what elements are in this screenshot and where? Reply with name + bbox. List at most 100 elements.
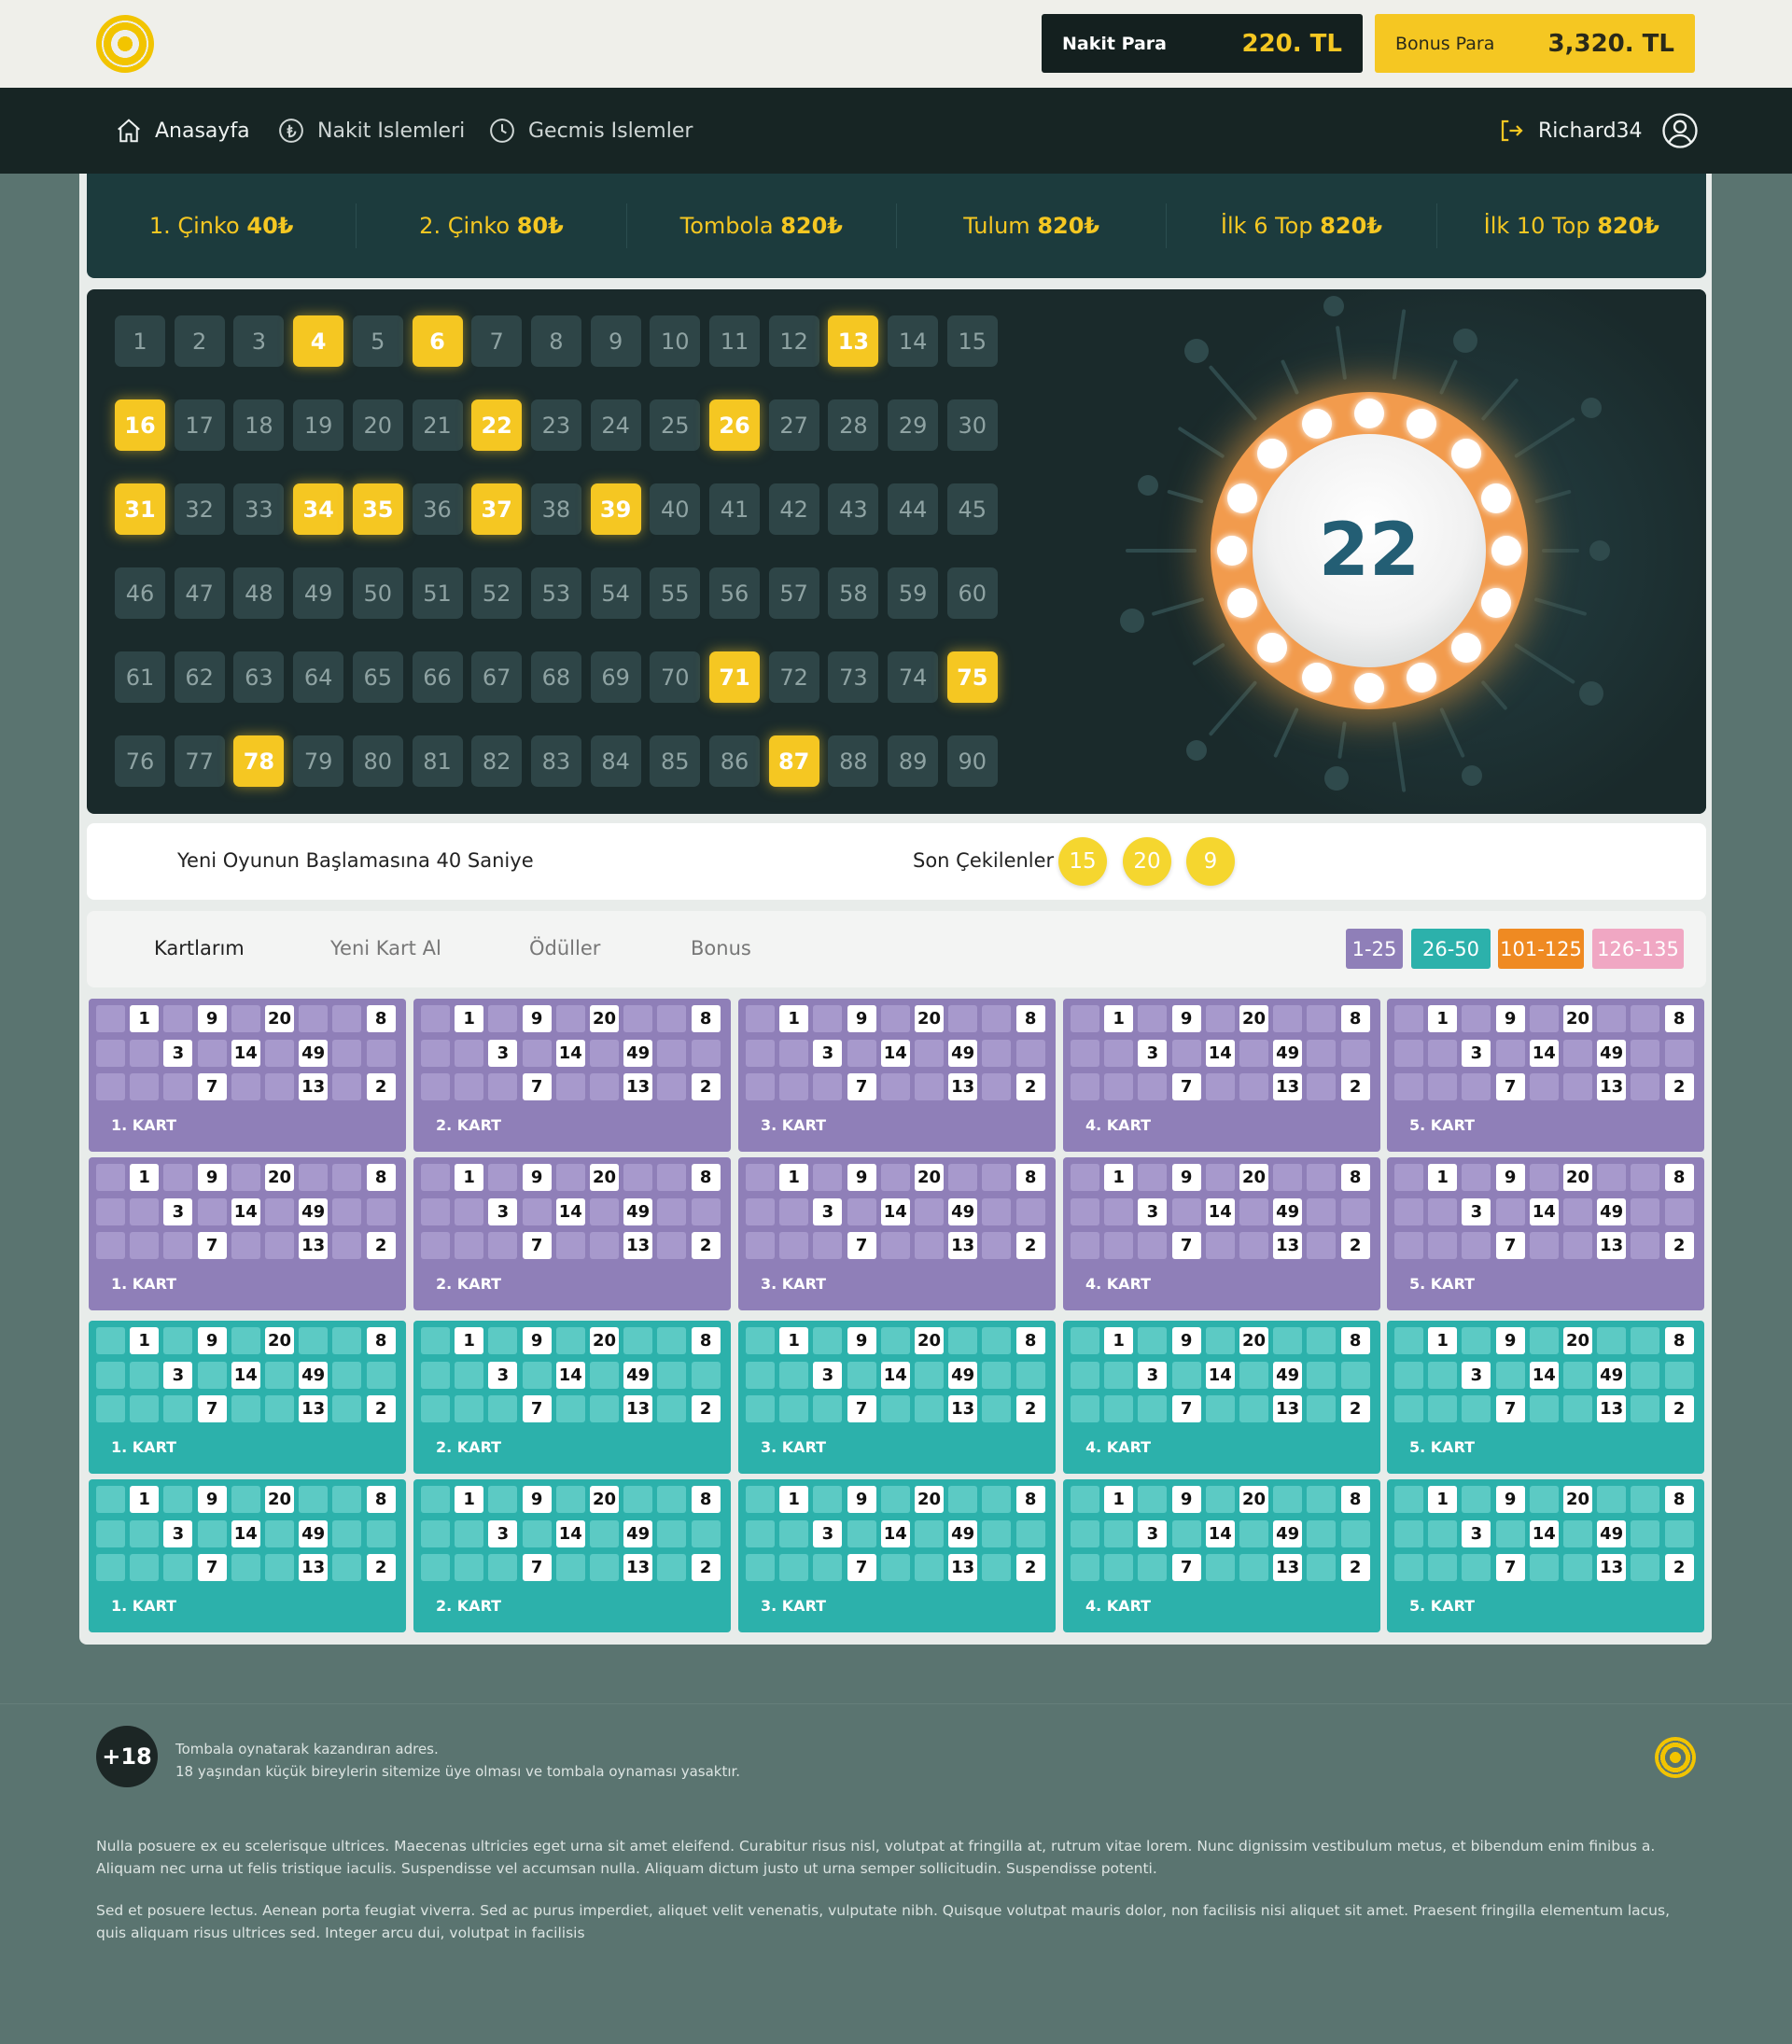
footer-logo[interactable]: [1655, 1737, 1696, 1778]
card-cell-number: 1: [455, 1327, 484, 1354]
bingo-card[interactable]: 1 9 20 8 3 14 49 7 13 2 2. KART: [413, 999, 731, 1152]
card-cell-number: 49: [299, 1039, 329, 1067]
card-label: 5. KART: [1409, 1438, 1476, 1456]
ring-bulb: [1227, 483, 1258, 513]
card-cell-number: 20: [265, 1005, 294, 1032]
card-cell-empty: [1239, 1073, 1268, 1100]
bingo-card[interactable]: 1 9 20 8 3 14 49 7 13 2 2. KART: [413, 1321, 731, 1474]
card-cell-number: 49: [1597, 1361, 1627, 1389]
logout-icon[interactable]: [1497, 116, 1527, 146]
card-cell-empty: [1462, 1232, 1491, 1259]
card-cell-empty: [299, 1486, 329, 1513]
card-cell-empty: [1307, 1039, 1337, 1067]
card-cell-empty: [265, 1519, 294, 1547]
card-cell-empty: [96, 1554, 125, 1581]
card-cell-empty: [522, 1361, 552, 1389]
age-notice-line1: Tombala oynatarak kazandıran adres.: [175, 1741, 439, 1757]
card-cell-empty: [1664, 1039, 1694, 1067]
card-cell-empty: [555, 1164, 585, 1191]
card-cell-empty: [1428, 1039, 1458, 1067]
board-number: 21: [412, 399, 463, 451]
card-cell-number: 7: [1495, 1554, 1525, 1581]
tab-my-cards[interactable]: Kartlarım: [154, 937, 245, 959]
card-cell-empty: [1428, 1197, 1458, 1225]
cash-balance[interactable]: Nakit Para 220. TL: [1042, 14, 1363, 73]
card-cell-empty: [96, 1327, 125, 1354]
card-cell-empty: [1428, 1554, 1458, 1581]
card-cell-number: 1: [130, 1005, 160, 1032]
board-number: 9: [590, 315, 641, 367]
bingo-card[interactable]: 1 9 20 8 3 14 49 7 13 2 1. KART: [89, 999, 406, 1152]
nav-cash-ops[interactable]: Nakit Islemleri: [276, 114, 465, 147]
prize-strip: 1. Çinko 40₺ 2. Çinko 80₺ Tombola 820₺ T…: [87, 174, 1706, 278]
card-label: 1. KART: [111, 1116, 177, 1134]
card-cell-empty: [1631, 1232, 1660, 1259]
card-cell-empty: [1631, 1327, 1660, 1354]
card-cell-empty: [1394, 1395, 1423, 1422]
card-cell-empty: [488, 1073, 518, 1100]
tab-bonus[interactable]: Bonus: [691, 937, 751, 959]
card-cell-empty: [657, 1554, 687, 1581]
bingo-card[interactable]: 1 9 20 8 3 14 49 7 13 2 3. KART: [738, 1479, 1056, 1632]
bonus-balance[interactable]: Bonus Para 3,320. TL: [1375, 14, 1695, 73]
card-cell-empty: [982, 1327, 1012, 1354]
range-filter-101-125[interactable]: 101-125: [1498, 929, 1584, 969]
card-cell-empty: [96, 1197, 125, 1225]
nav-history[interactable]: Gecmis Islemler: [487, 114, 693, 147]
board-number: 57: [768, 567, 819, 619]
card-cell-number: 2: [366, 1554, 396, 1581]
card-cell-empty: [366, 1361, 396, 1389]
range-filter-26-50[interactable]: 26-50: [1411, 929, 1491, 969]
card-cell-number: 13: [1273, 1073, 1303, 1100]
card-cell-empty: [1138, 1073, 1168, 1100]
bingo-card[interactable]: 1 9 20 8 3 14 49 7 13 2 2. KART: [413, 1479, 731, 1632]
card-cell-number: 1: [1104, 1327, 1134, 1354]
card-cell-number: 49: [948, 1039, 978, 1067]
card-cell-empty: [455, 1073, 484, 1100]
logo[interactable]: [96, 15, 154, 73]
tab-buy-card[interactable]: Yeni Kart Al: [330, 937, 441, 959]
card-cell-empty: [1394, 1554, 1423, 1581]
card-cell-empty: [915, 1395, 944, 1422]
user-avatar-icon[interactable]: [1661, 112, 1699, 149]
card-cell-number: 9: [1495, 1164, 1525, 1191]
bingo-card[interactable]: 1 9 20 8 3 14 49 7 13 2 4. KART: [1063, 1157, 1380, 1310]
card-cell-number: 3: [813, 1361, 843, 1389]
card-cell-empty: [1563, 1554, 1592, 1581]
ring-bulb: [1407, 662, 1437, 693]
bingo-card[interactable]: 1 9 20 8 3 14 49 7 13 2 1. KART: [89, 1479, 406, 1632]
bingo-card[interactable]: 1 9 20 8 3 14 49 7 13 2 5. KART: [1387, 1321, 1704, 1474]
range-filter-126-135[interactable]: 126-135: [1592, 929, 1684, 969]
range-filter-1-25[interactable]: 1-25: [1346, 929, 1403, 969]
card-cell-empty: [1597, 1164, 1627, 1191]
card-cell-empty: [746, 1327, 775, 1354]
ring-bulb: [1407, 409, 1437, 440]
bingo-card[interactable]: 1 9 20 8 3 14 49 7 13 2 1. KART: [89, 1157, 406, 1310]
card-cell-empty: [1563, 1519, 1592, 1547]
card-cell-empty: [1307, 1232, 1337, 1259]
card-cell-empty: [421, 1005, 450, 1032]
bingo-card[interactable]: 1 9 20 8 3 14 49 7 13 2 5. KART: [1387, 1479, 1704, 1632]
card-cell-number: 1: [1428, 1005, 1458, 1032]
card-cell-empty: [813, 1395, 843, 1422]
decor-dot: [1581, 397, 1603, 418]
bingo-card[interactable]: 1 9 20 8 3 14 49 7 13 2 2. KART: [413, 1157, 731, 1310]
bingo-card[interactable]: 1 9 20 8 3 14 49 7 13 2 4. KART: [1063, 1479, 1380, 1632]
bingo-card[interactable]: 1 9 20 8 3 14 49 7 13 2 5. KART: [1387, 999, 1704, 1152]
bingo-card[interactable]: 1 9 20 8 3 14 49 7 13 2 1. KART: [89, 1321, 406, 1474]
bingo-card[interactable]: 1 9 20 8 3 14 49 7 13 2 4. KART: [1063, 1321, 1380, 1474]
card-cell-empty: [1307, 1073, 1337, 1100]
bingo-card[interactable]: 1 9 20 8 3 14 49 7 13 2 4. KART: [1063, 999, 1380, 1152]
card-cell-empty: [1071, 1232, 1099, 1259]
card-cell-empty: [231, 1073, 260, 1100]
card-cell-empty: [746, 1005, 775, 1032]
card-cell-empty: [813, 1005, 843, 1032]
bingo-card[interactable]: 1 9 20 8 3 14 49 7 13 2 3. KART: [738, 1321, 1056, 1474]
bingo-card[interactable]: 1 9 20 8 3 14 49 7 13 2 5. KART: [1387, 1157, 1704, 1310]
nav-user[interactable]: Richard34: [1497, 112, 1699, 149]
card-cell-empty: [1071, 1486, 1099, 1513]
bingo-card[interactable]: 1 9 20 8 3 14 49 7 13 2 3. KART: [738, 999, 1056, 1152]
bingo-card[interactable]: 1 9 20 8 3 14 49 7 13 2 3. KART: [738, 1157, 1056, 1310]
nav-home[interactable]: Anasayfa: [114, 114, 250, 147]
tab-rewards[interactable]: Ödüller: [529, 937, 600, 959]
